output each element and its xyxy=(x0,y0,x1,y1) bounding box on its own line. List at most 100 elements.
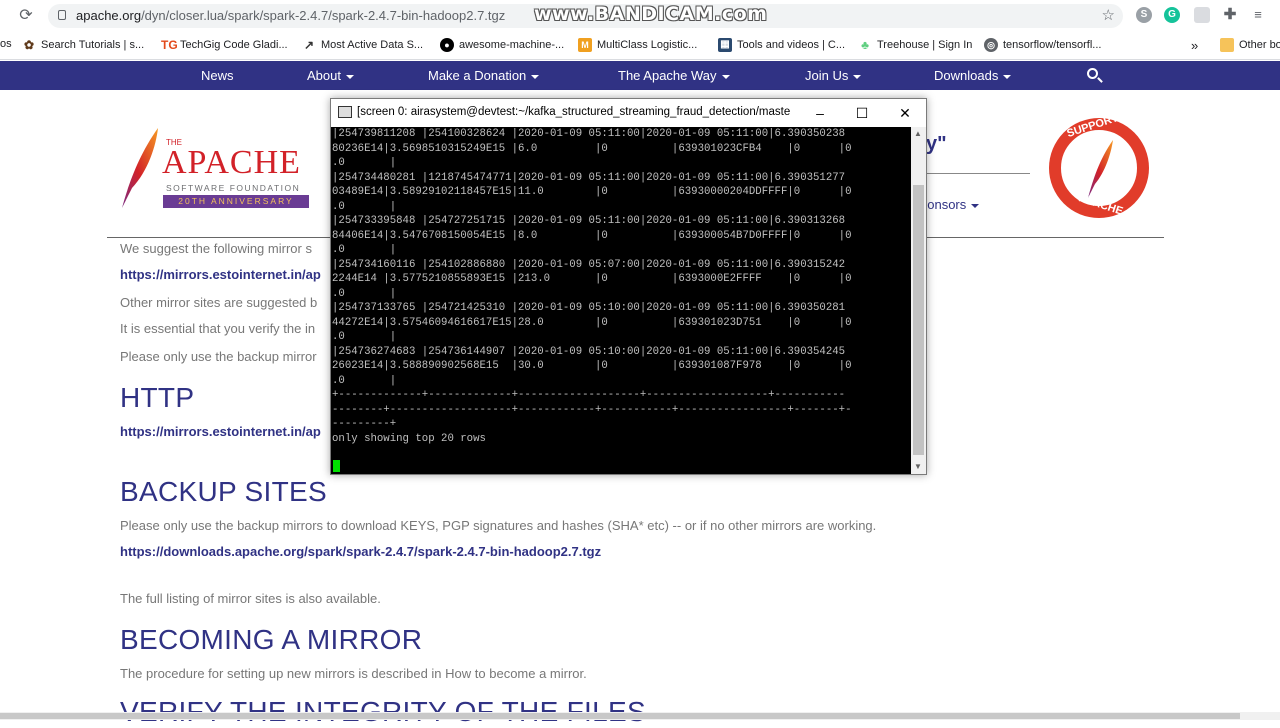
terminal-line: .0 | xyxy=(332,200,397,213)
chevron-down-icon xyxy=(721,74,730,79)
nav-donation[interactable]: Make a Donation xyxy=(428,68,540,83)
full-listing-link[interactable]: The full listing of mirror sites xyxy=(120,591,282,606)
lock-icon xyxy=(58,10,66,20)
skype-extension-icon[interactable]: S xyxy=(1136,7,1152,23)
mirror-link[interactable]: https://mirrors.estointernet.in/ap xyxy=(120,267,321,282)
putty-icon xyxy=(338,106,352,118)
logo-anniversary-badge: 20TH ANNIVERSARY xyxy=(163,195,309,208)
chart-favicon-icon: ↗ xyxy=(303,38,315,52)
divider xyxy=(924,173,1030,174)
backup-text: Please only use the backup mirrors to do… xyxy=(120,518,877,533)
terminal-line: 2244E14 |3.5775210855893E15 |213.0 |0 |6… xyxy=(332,273,852,285)
nav-apache-way[interactable]: The Apache Way xyxy=(618,68,730,83)
bookmark-favicon-icon: ✿ xyxy=(23,38,35,52)
terminal-titlebar[interactable]: [screen 0: airasystem@devtest:~/kafka_st… xyxy=(331,99,926,127)
bookmark-item[interactable]: ▦ Tools and videos | C... xyxy=(718,38,845,52)
bookmark-item[interactable]: ✿ Search Tutorials | s... xyxy=(22,38,144,52)
bookmark-item[interactable]: TG TechGig Code Gladi... xyxy=(161,38,288,52)
terminal-line: +-------------+-------------+-----------… xyxy=(332,389,846,401)
bookmarks-bar: os ✿ Search Tutorials | s... TG TechGig Co… xyxy=(0,32,1280,60)
terminal-line: |254736274683 |254736144907 |2020-01-09 … xyxy=(332,345,846,358)
terminal-line: .0 | xyxy=(332,331,397,343)
extensions-puzzle-icon[interactable]: ✚ xyxy=(1222,7,1238,23)
extension-icon[interactable] xyxy=(1194,7,1210,23)
scrollbar-thumb[interactable] xyxy=(0,713,1240,719)
scroll-down-icon[interactable]: ▼ xyxy=(914,462,922,471)
bookmark-item[interactable]: os xyxy=(0,38,12,50)
search-icon[interactable] xyxy=(1087,68,1098,79)
scroll-up-icon[interactable]: ▲ xyxy=(914,129,922,138)
techgig-favicon-icon: TG xyxy=(161,38,178,52)
bookmark-item[interactable]: ◎ tensorflow/tensorfl... xyxy=(984,38,1101,52)
terminal-scrollbar[interactable]: ▲ ▼ xyxy=(911,127,926,474)
maximize-icon[interactable]: ☐ xyxy=(848,103,876,123)
logo-apache-text: APACHE xyxy=(162,144,301,181)
bookmark-item[interactable]: ● awesome-machine-... xyxy=(440,38,564,52)
folder-icon xyxy=(1220,38,1234,52)
terminal-output: |254739811208 |254100328624 |2020-01-09 … xyxy=(332,127,852,446)
grid-favicon-icon: ▦ xyxy=(718,38,732,52)
mirror-heading: BECOMING A MIRROR xyxy=(120,624,423,655)
reload-icon[interactable]: ⟳ xyxy=(16,6,36,26)
terminal-line: |254737133765 |254721425310 |2020-01-09 … xyxy=(332,302,846,314)
bookmark-item[interactable]: ↗ Most Active Data S... xyxy=(302,38,423,52)
minimize-icon[interactable]: – xyxy=(806,103,834,123)
suggest-text: We suggest the following mirror s xyxy=(120,241,312,256)
terminal-console[interactable]: |254739811208 |254100328624 |2020-01-09 … xyxy=(331,127,911,474)
terminal-line: 03489E14|3.58929102118457E15|11.0 |0 |63… xyxy=(332,186,852,198)
support-feather-icon xyxy=(1088,140,1113,198)
bookmark-item[interactable]: ♣ Treehouse | Sign In xyxy=(858,38,972,52)
http-heading: HTTP xyxy=(120,382,195,413)
mirror-procedure-text: The procedure for setting up new mirrors… xyxy=(120,666,587,681)
terminal-line: ---------+ xyxy=(332,418,397,430)
sponsors-dropdown[interactable]: ponsors xyxy=(920,197,980,212)
backup-download-link[interactable]: https://downloads.apache.org/spark/spark… xyxy=(120,544,601,559)
other-mirrors-text: Other mirror sites are suggested b xyxy=(120,295,318,310)
page-horizontal-scrollbar[interactable] xyxy=(0,712,1280,720)
terminal-line: .0 | xyxy=(332,244,397,256)
nav-news[interactable]: News xyxy=(201,68,234,83)
nav-about[interactable]: About xyxy=(307,68,354,83)
reading-list-icon[interactable]: ≡ xyxy=(1250,7,1266,23)
url-text[interactable]: apache.org/dyn/closer.lua/spark/spark-2.… xyxy=(76,8,505,23)
backup-only-text: Please only use the backup mirror xyxy=(120,349,317,364)
logo-foundation-text: SOFTWARE FOUNDATION xyxy=(166,183,301,193)
globe-favicon-icon: ◎ xyxy=(984,38,998,52)
bookmark-star-icon[interactable]: ☆ xyxy=(1102,6,1115,24)
terminal-line: .0 | xyxy=(332,287,397,300)
terminal-title: [screen 0: airasystem@devtest:~/kafka_st… xyxy=(357,106,791,118)
close-icon[interactable]: ✕ xyxy=(891,103,919,123)
chevron-down-icon xyxy=(531,74,540,79)
browser-toolbar: ⟳ apache.org/dyn/closer.lua/spark/spark-… xyxy=(0,0,1280,32)
apache-feather-icon xyxy=(122,128,158,208)
full-listing-text: The full listing of mirror sites is also… xyxy=(120,591,381,606)
terminal-cursor xyxy=(333,460,340,472)
recording-watermark: www.BANDICAM.com xyxy=(534,3,768,25)
terminal-line: |254734480281 |1218745474771|2020-01-09 … xyxy=(332,171,846,184)
terminal-line: |254739811208 |254100328624 |2020-01-09 … xyxy=(332,128,846,140)
terminal-window[interactable]: [screen 0: airasystem@devtest:~/kafka_st… xyxy=(330,98,927,475)
terminal-line: |254734160116 |254102886880 |2020-01-09 … xyxy=(332,258,846,271)
backup-heading: BACKUP SITES xyxy=(120,476,327,507)
medium-favicon-icon: M xyxy=(578,38,592,52)
nav-downloads[interactable]: Downloads xyxy=(934,68,1012,83)
http-mirror-link[interactable]: https://mirrors.estointernet.in/ap xyxy=(120,424,321,439)
chevron-down-icon xyxy=(971,203,980,208)
treehouse-favicon-icon: ♣ xyxy=(861,38,869,52)
bookmarks-overflow-button[interactable]: » xyxy=(1191,38,1198,53)
nav-join-us[interactable]: Join Us xyxy=(805,68,862,83)
terminal-line: |254733395848 |254727251715 |2020-01-09 … xyxy=(332,215,846,227)
terminal-line: 44272E14|3.57546094616617E15|28.0 |0 |63… xyxy=(332,316,852,329)
essential-text: It is essential that you verify the in xyxy=(120,321,316,336)
other-bookmarks-folder[interactable]: Other bo xyxy=(1220,38,1280,52)
terminal-line: 84406E14|3.5476708150054E15 |8.0 |0 |639… xyxy=(332,229,852,242)
become-mirror-link[interactable]: How to become a mirror xyxy=(445,666,583,681)
heading-fragment: y" xyxy=(926,133,947,155)
chevron-down-icon xyxy=(1003,74,1012,79)
scrollbar-thumb[interactable] xyxy=(913,185,924,455)
bookmark-item[interactable]: M MultiClass Logistic... xyxy=(578,38,697,52)
terminal-line: --------+-------------------+-----------… xyxy=(332,403,852,416)
grammarly-extension-icon[interactable]: G xyxy=(1164,7,1180,23)
chevron-down-icon xyxy=(853,74,862,79)
terminal-line: .0 | xyxy=(332,374,397,387)
